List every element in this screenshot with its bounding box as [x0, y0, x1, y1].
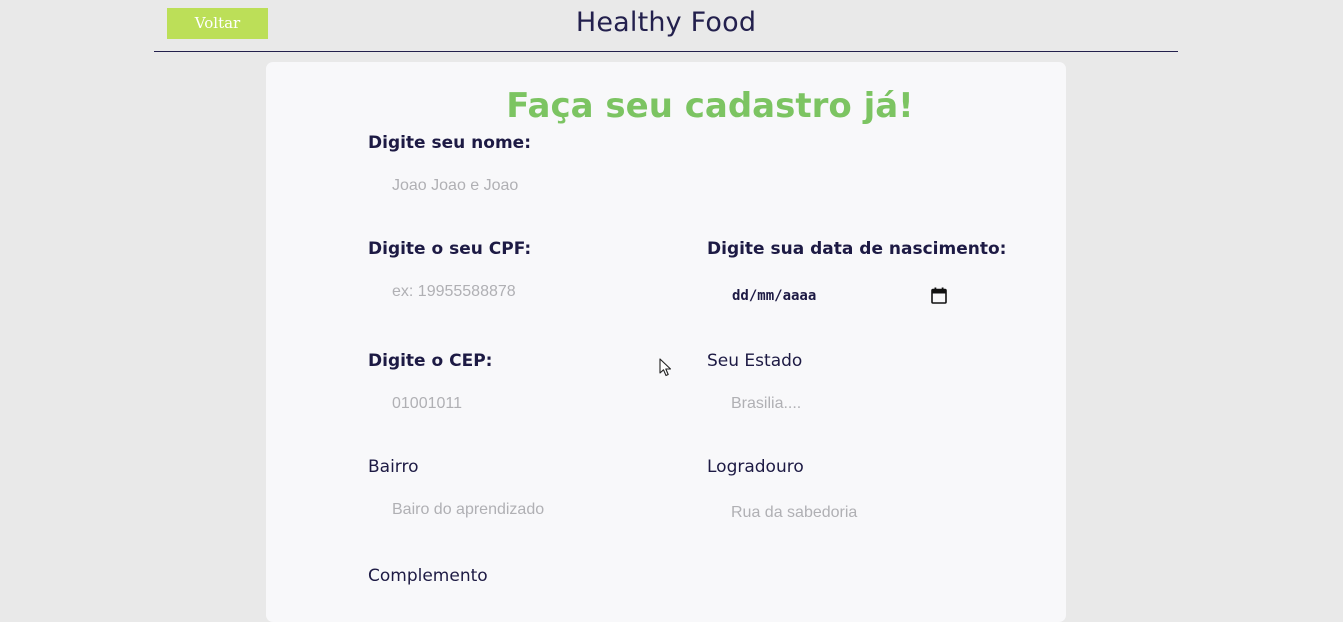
complement-label: Complemento: [368, 566, 488, 586]
calendar-icon[interactable]: [931, 287, 947, 304]
registration-card: Faça seu cadastro já! Digite seu nome: D…: [266, 62, 1066, 622]
neighborhood-label: Bairro: [368, 457, 419, 477]
neighborhood-input[interactable]: [368, 495, 668, 525]
site-header: Voltar Healthy Food: [154, 0, 1178, 52]
form-title: Faça seu cadastro já!: [506, 86, 914, 126]
street-input[interactable]: [707, 498, 1007, 528]
state-input[interactable]: [707, 389, 1007, 419]
name-input[interactable]: [368, 171, 928, 201]
birthdate-input[interactable]: dd/mm/aaaa: [707, 281, 957, 311]
site-title: Healthy Food: [575, 7, 757, 38]
birthdate-value: dd/mm/aaaa: [732, 288, 817, 304]
street-label: Logradouro: [707, 457, 804, 477]
birthdate-label: Digite sua data de nascimento:: [707, 239, 1007, 259]
cep-label: Digite o CEP:: [368, 351, 493, 371]
cpf-label: Digite o seu CPF:: [368, 239, 532, 259]
name-label: Digite seu nome:: [368, 133, 532, 153]
cep-input[interactable]: [368, 389, 668, 419]
state-label: Seu Estado: [707, 351, 803, 371]
cpf-input[interactable]: [368, 277, 668, 307]
mouse-pointer-icon: [659, 358, 673, 378]
